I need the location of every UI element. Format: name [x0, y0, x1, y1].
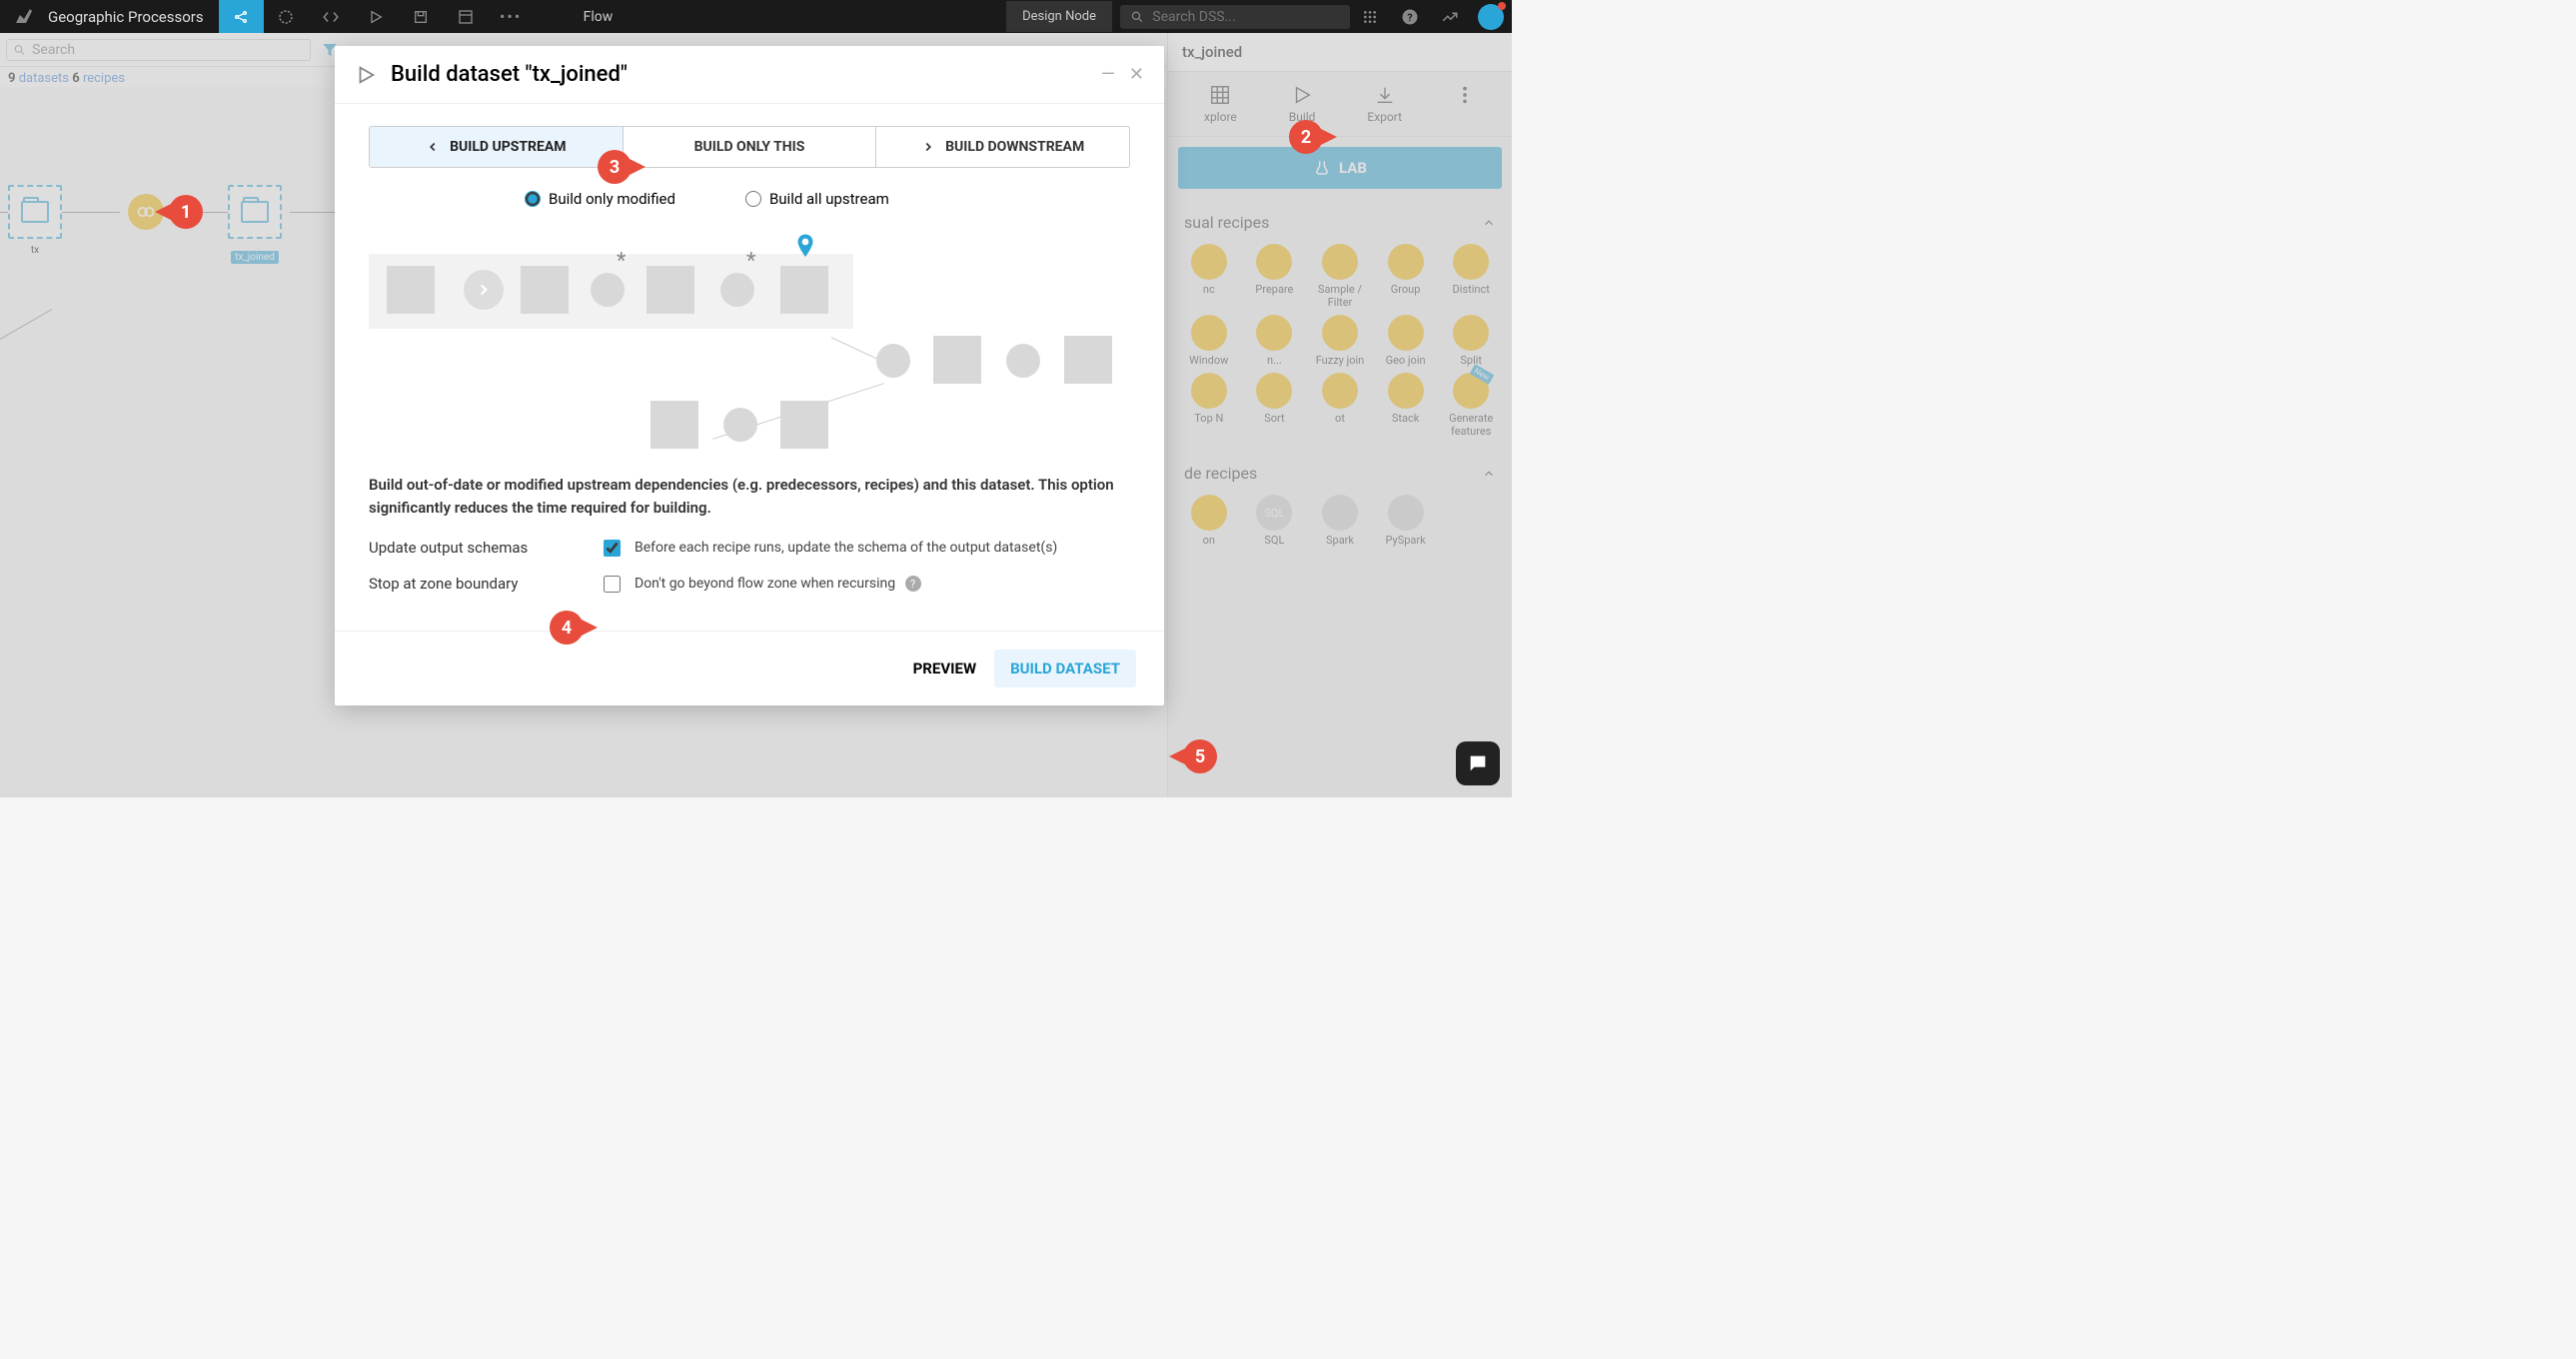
global-search-input[interactable] — [1152, 9, 1340, 25]
activity-icon — [1441, 8, 1459, 26]
global-search-box[interactable] — [1120, 5, 1350, 29]
annotation-1: 1 — [155, 195, 203, 229]
build-dataset-button[interactable]: BUILD DATASET — [994, 650, 1136, 687]
build-options: Update output schemas Before each recipe… — [335, 519, 1164, 631]
activity-button[interactable] — [1430, 0, 1470, 33]
build-radio-options: Build only modified Build all upstream — [335, 168, 1164, 218]
svg-text:?: ? — [1407, 10, 1412, 23]
radio-build-all[interactable]: Build all upstream — [745, 190, 889, 208]
checkbox-stop-zone[interactable] — [604, 576, 621, 593]
play-icon — [368, 9, 384, 25]
tab-build-upstream[interactable]: BUILD UPSTREAM — [370, 127, 624, 167]
chat-icon — [1467, 752, 1489, 774]
help-icon: ? — [1401, 8, 1419, 26]
build-diagram: * * — [369, 236, 1130, 456]
help-button[interactable]: ? — [1390, 0, 1430, 33]
modal-header: Build dataset "tx_joined" — ✕ — [335, 46, 1164, 104]
dashboard-icon — [458, 9, 474, 25]
build-tabs: BUILD UPSTREAM BUILD ONLY THIS BUILD DOW… — [369, 126, 1130, 168]
search-icon — [1130, 9, 1144, 25]
preview-button[interactable]: PREVIEW — [913, 660, 976, 678]
design-node-badge[interactable]: Design Node — [1006, 1, 1112, 32]
save-tool-button[interactable] — [399, 0, 444, 33]
help-icon[interactable]: ? — [905, 576, 921, 592]
modal-footer: PREVIEW BUILD DATASET — [335, 631, 1164, 705]
topbar: Geographic Processors ••• Flow Design No… — [0, 0, 1512, 33]
circle-icon — [277, 8, 295, 26]
annotation-3: 3 — [598, 150, 645, 184]
play-icon — [355, 64, 377, 86]
checkbox-update-schemas[interactable] — [604, 540, 621, 557]
annotation-4: 4 — [550, 611, 598, 645]
chevron-right-icon — [921, 140, 935, 154]
build-dataset-modal: Build dataset "tx_joined" — ✕ BUILD UPST… — [335, 46, 1164, 705]
arrow-right-icon — [475, 281, 493, 299]
more-icon: ••• — [500, 7, 522, 26]
annotation-5: 5 — [1169, 739, 1217, 773]
user-avatar[interactable] — [1478, 4, 1504, 30]
tab-build-downstream[interactable]: BUILD DOWNSTREAM — [876, 127, 1129, 167]
circle-tool-button[interactable] — [264, 0, 309, 33]
build-description: Build out-of-date or modified upstream d… — [335, 474, 1164, 519]
close-button[interactable]: ✕ — [1129, 64, 1144, 85]
code-icon — [322, 8, 340, 26]
map-pin-icon — [795, 234, 815, 260]
more-tool-button[interactable]: ••• — [489, 0, 534, 33]
play-tool-button[interactable] — [354, 0, 399, 33]
share-button[interactable] — [219, 0, 264, 33]
apps-icon — [1362, 9, 1378, 25]
option-update-schemas: Update output schemas Before each recipe… — [369, 539, 1130, 557]
tab-build-only-this[interactable]: BUILD ONLY THIS — [624, 127, 877, 167]
option-stop-zone: Stop at zone boundary Don't go beyond fl… — [369, 575, 1130, 593]
flow-label[interactable]: Flow — [584, 9, 614, 25]
apps-button[interactable] — [1350, 0, 1390, 33]
annotation-2: 2 — [1289, 120, 1337, 154]
radio-build-modified[interactable]: Build only modified — [525, 190, 675, 208]
chevron-left-icon — [426, 140, 440, 154]
logo-bird-icon — [12, 5, 36, 29]
share-icon — [233, 9, 249, 25]
save-icon — [413, 9, 429, 25]
minimize-button[interactable]: — — [1101, 64, 1115, 85]
code-tool-button[interactable] — [309, 0, 354, 33]
dashboard-tool-button[interactable] — [444, 0, 489, 33]
modal-title: Build dataset "tx_joined" — [391, 62, 1087, 87]
chat-widget[interactable] — [1456, 741, 1500, 785]
project-name[interactable]: Geographic Processors — [48, 8, 204, 26]
